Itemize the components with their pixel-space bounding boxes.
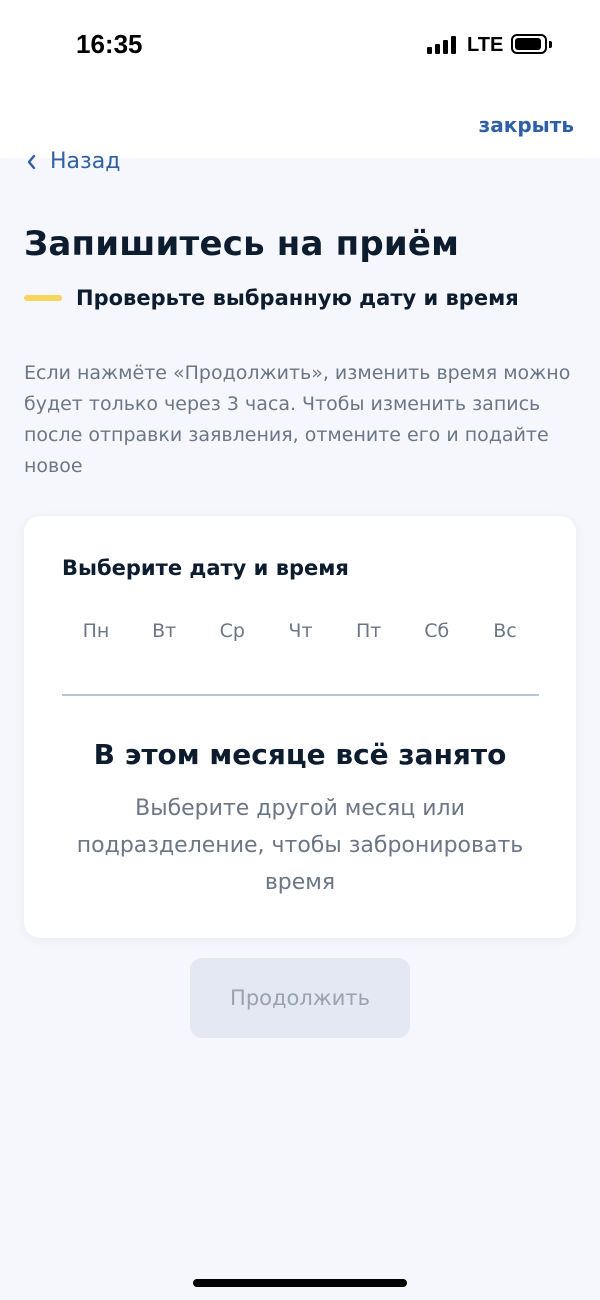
weekday-label: Ср (219, 620, 245, 642)
battery-icon (511, 34, 552, 54)
back-label: Назад (50, 149, 121, 174)
page-title: Запишитесь на приём (24, 224, 460, 264)
weekday-label: Вт (152, 620, 177, 642)
weekday-label: Вс (493, 620, 517, 642)
home-indicator[interactable] (193, 1279, 407, 1287)
screen: 16:35 LTE закрыть Назад Запишитесь на пр… (0, 0, 600, 1300)
calendar-title: Выберите дату и время (62, 556, 349, 580)
info-text: Если нажмёте «Продолжить», изменить врем… (24, 362, 571, 477)
status-time: 16:35 (76, 29, 143, 59)
network-type: LTE (467, 34, 504, 56)
subtitle-text: Проверьте выбранную дату и время (76, 286, 519, 310)
weekday-label: Пт (355, 620, 382, 642)
back-button[interactable]: Назад (26, 149, 120, 174)
weekday-label: Пн (82, 620, 110, 642)
chevron-left-icon (26, 154, 36, 170)
subtitle: Проверьте выбранную дату и время (24, 286, 519, 310)
weekday-label: Чт (288, 620, 313, 642)
calendar-card: Выберите дату и время Пн Вт Ср Чт Пт Сб … (24, 516, 576, 938)
empty-state-description: Выберите другой месяц или подразделение,… (76, 796, 524, 895)
signal-icon (427, 36, 457, 54)
continue-button[interactable]: Продолжить (190, 958, 410, 1038)
empty-state-title: В этом месяце всё занято (93, 738, 507, 771)
weekday-header: Пн Вт Ср Чт Пт Сб Вс (62, 620, 539, 642)
close-button[interactable]: закрыть (479, 113, 574, 137)
weekday-label: Сб (424, 620, 450, 642)
divider (62, 694, 539, 696)
subtitle-accent-bar (24, 295, 62, 301)
